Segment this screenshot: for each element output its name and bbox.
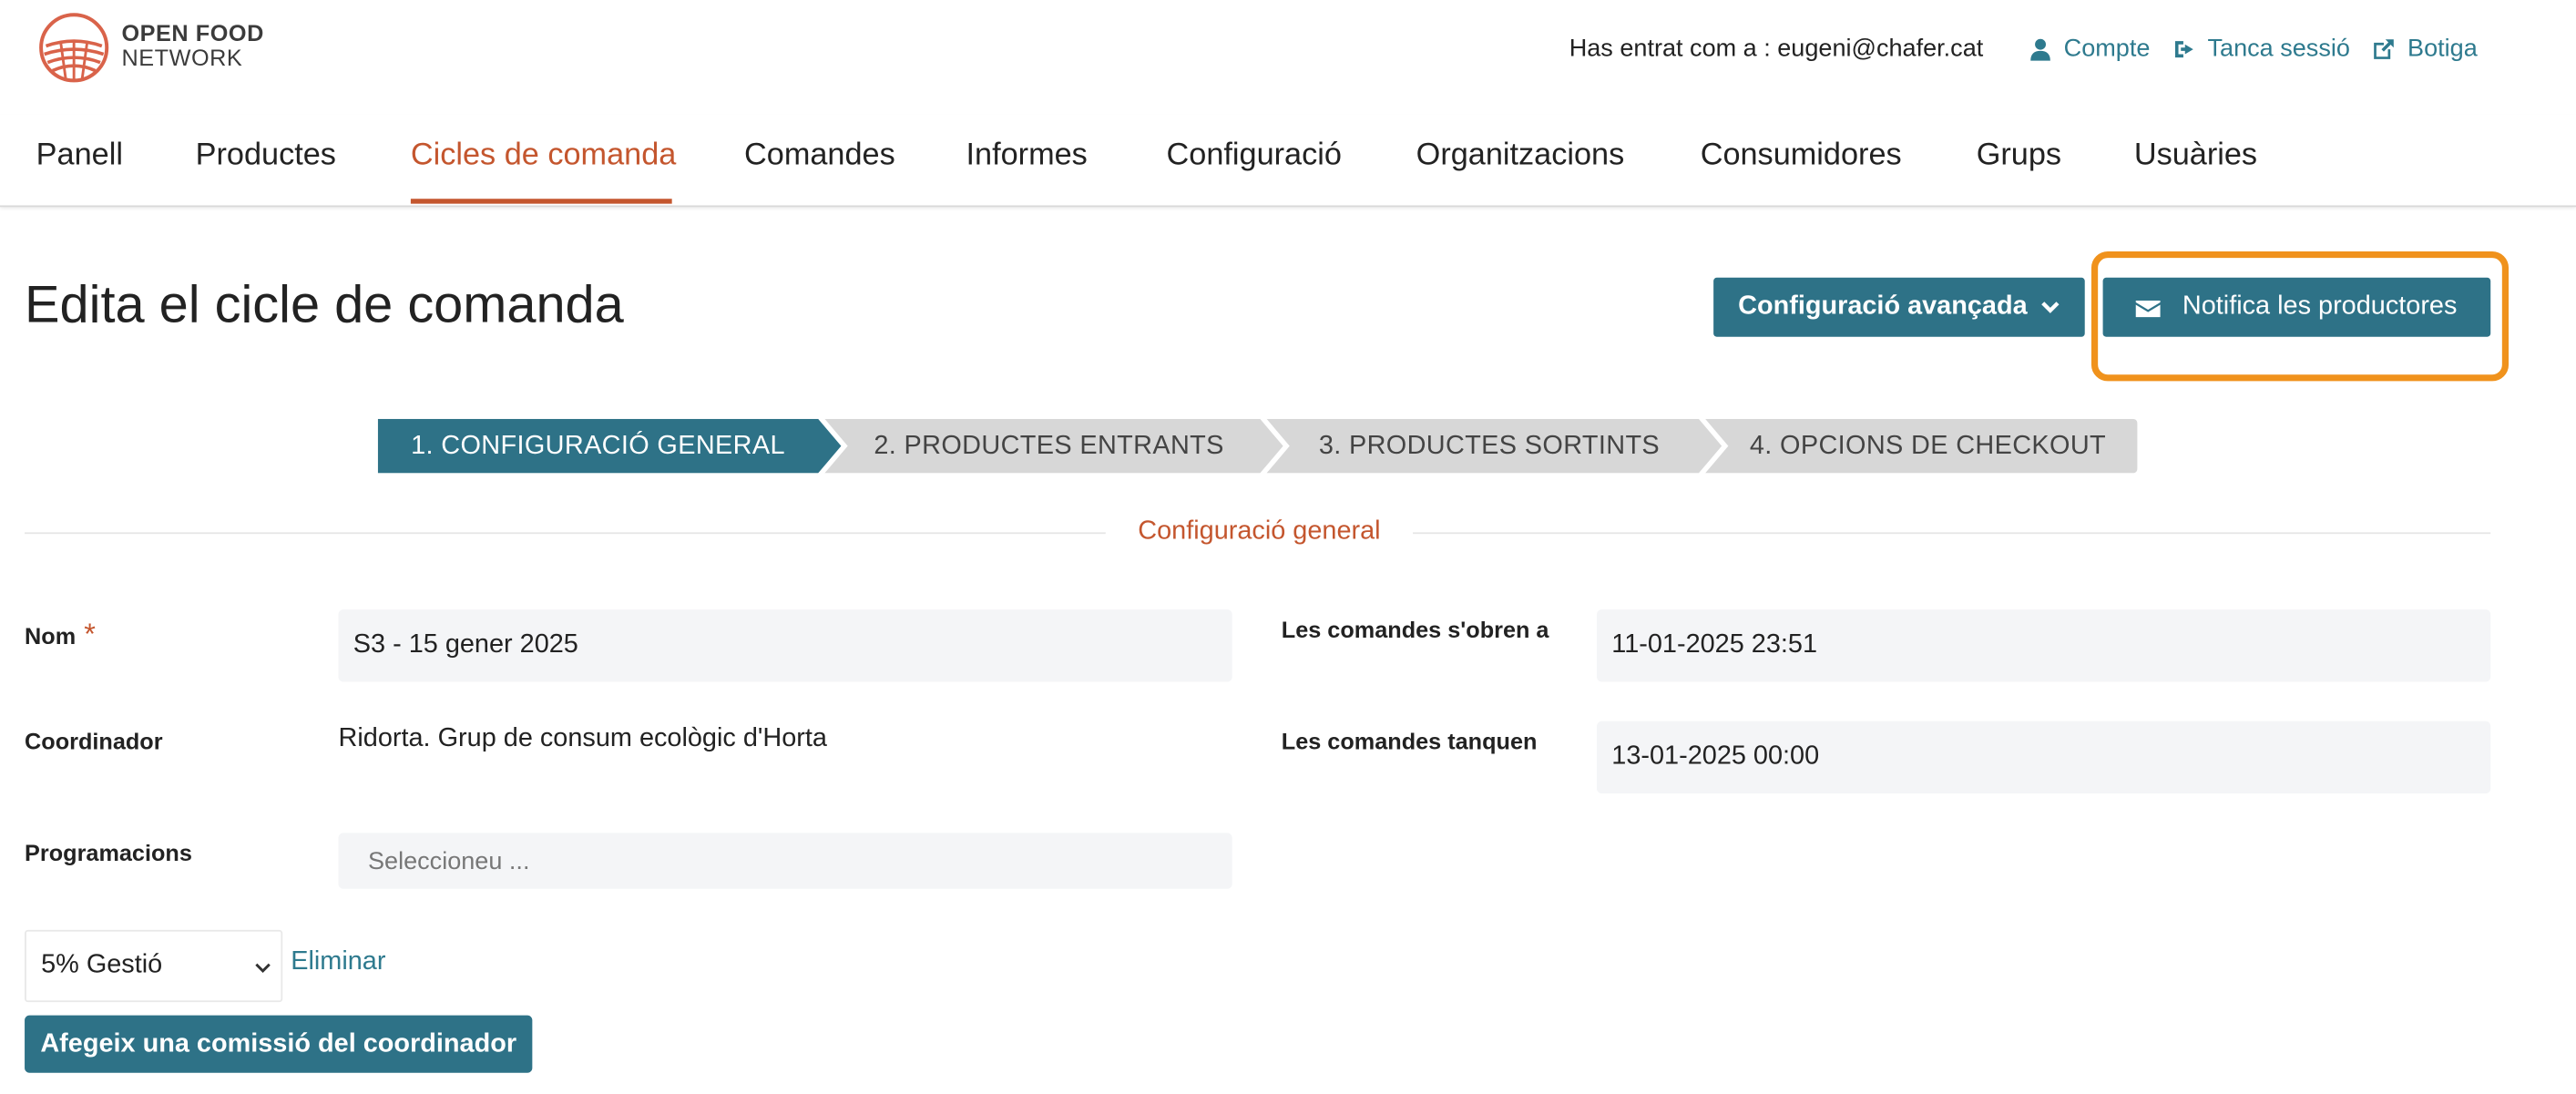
orders-close-label: Les comandes tanquen [1281,727,1538,754]
coordinator-label: Coordinador [25,727,163,754]
nav-item-cicles-de-comanda[interactable]: Cicles de comanda [411,138,676,175]
shop-link-label: Botiga [2407,34,2478,63]
nav-item-consumidores[interactable]: Consumidores [1701,138,1902,175]
add-coordinator-fee-button[interactable]: Afegeix una comissió del coordinador [25,1015,533,1073]
nav-item-productes[interactable]: Productes [196,138,336,175]
wizard-steps: 1. CONFIGURACIÓ GENERAL 2. PRODUCTES ENT… [377,418,2138,474]
logo-line-2: NETWORK [121,44,243,71]
section-title: Configuració general [1138,517,1381,546]
orders-open-input[interactable]: 11-01-2025 23:51 [1597,609,2491,682]
chevron-down-icon [255,963,271,973]
shop-link[interactable]: Botiga [2373,35,2478,63]
nav-item-panell[interactable]: Panell [36,138,123,175]
nav-item-informes[interactable]: Informes [966,138,1088,175]
notify-producers-button[interactable]: Notifica les productores [2102,277,2491,337]
logo-text: OPEN FOOD NETWORK [121,21,263,70]
advanced-settings-button[interactable]: Configuració avançada [1713,277,2085,337]
logged-in-text: Has entrat com a : eugeni@chafer.cat [1569,34,1984,63]
wizard-step-2[interactable]: 2. PRODUCTES ENTRANTS [838,419,1261,474]
nav-item-configuracio[interactable]: Configuració [1167,138,1342,175]
required-marker: * [84,618,96,651]
envelope-icon [2136,300,2162,317]
nav-item-usuaries[interactable]: Usuàries [2134,138,2257,175]
main-nav: Panell Productes Cicles de comanda Coman… [0,115,2576,208]
wizard-step-3[interactable]: 3. PRODUCTES SORTINTS [1280,419,1699,474]
open-food-network-logo-icon[interactable] [36,10,112,86]
section-divider-right [1413,532,2491,535]
coordinator-fee-select[interactable]: 5% Gestió [25,929,283,1003]
name-input[interactable]: S3 - 15 gener 2025 [338,609,1232,682]
user-bar: Has entrat com a : eugeni@chafer.cat Com… [1569,35,2478,63]
advanced-settings-label: Configuració avançada [1738,292,2028,321]
external-link-icon [2374,38,2395,59]
nav-item-organitzacions[interactable]: Organitzacions [1416,138,1625,175]
page-title: Edita el cicle de comanda [25,274,624,334]
coordinator-fee-value: 5% Gestió [41,951,163,979]
active-tab-underline [410,199,672,204]
nav-item-comandes[interactable]: Comandes [744,138,895,175]
schedules-select[interactable]: Seleccioneu ... [338,833,1232,889]
user-icon [2030,37,2051,60]
logo-line-1: OPEN FOOD [121,19,264,46]
chevron-down-icon [2041,302,2060,313]
name-label-text: Nom [25,622,77,649]
notify-producers-label: Notifica les productores [2182,292,2458,321]
remove-fee-link[interactable]: Eliminar [291,948,385,977]
coordinator-value: Ridorta. Grup de consum ecològic d'Horta [338,724,827,753]
logout-link-label: Tanca sessió [2207,34,2350,63]
name-label: Nom * [25,618,96,652]
logout-link[interactable]: Tanca sessió [2173,35,2350,63]
orders-open-label: Les comandes s'obren a [1281,616,1549,643]
wizard-step-1[interactable]: 1. CONFIGURACIÓ GENERAL [378,419,818,474]
orders-close-input[interactable]: 13-01-2025 00:00 [1597,721,2491,794]
schedules-label: Programacions [25,839,192,866]
account-link[interactable]: Compte [2029,34,2151,63]
section-divider-left [25,532,1106,535]
sign-out-icon [2174,40,2193,57]
account-link-label: Compte [2063,34,2151,63]
nav-item-grups[interactable]: Grups [1977,138,2061,175]
wizard-step-4[interactable]: 4. OPCIONS DE CHECKOUT [1719,419,2138,474]
